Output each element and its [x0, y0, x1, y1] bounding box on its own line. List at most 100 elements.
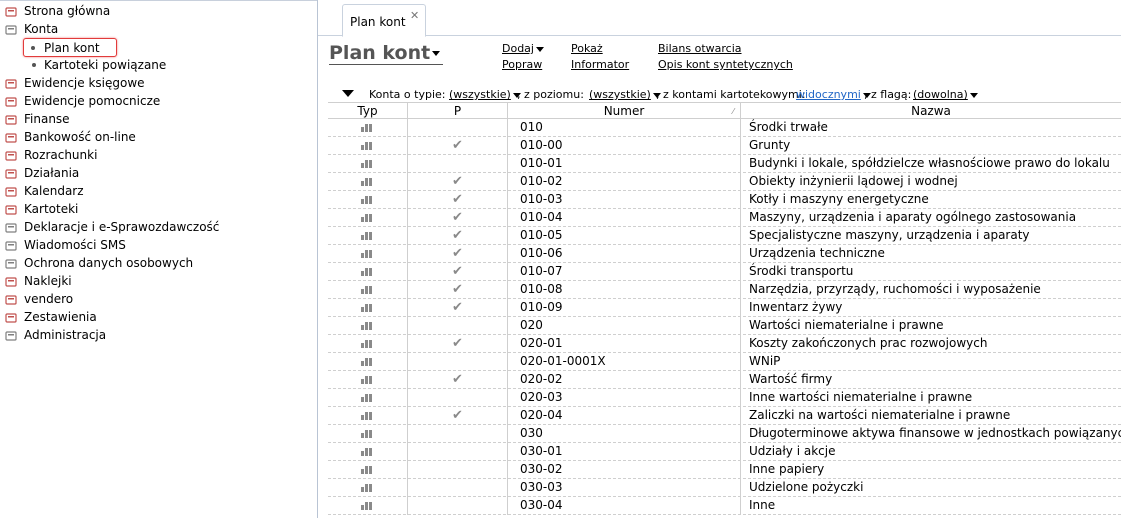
cell-numer: 030-03: [508, 479, 741, 497]
table-row[interactable]: 030 Długoterminowe aktywa finansowe w jed…: [328, 425, 1121, 443]
table-row[interactable]: 030-02 Inne papiery: [328, 461, 1121, 479]
opening-balance-button[interactable]: Bilans otwarcia: [658, 42, 742, 55]
cell-typ: [328, 191, 408, 209]
cell-p: ✔: [408, 209, 508, 227]
vendero-icon: [5, 293, 18, 305]
cell-nazwa: Obiekty inżynierii lądowej i wodnej: [749, 174, 958, 188]
account-type-icon: [361, 214, 373, 222]
sidebar-item-label: Administracja: [24, 328, 107, 342]
informator-button[interactable]: Informator: [571, 58, 629, 71]
cell-numer: 020-01-0001X: [508, 353, 741, 371]
table-row[interactable]: 030-01 Udziały i akcje: [328, 443, 1121, 461]
check-icon: ✔: [452, 174, 463, 189]
table-row[interactable]: ✔ 010-03 Kotły i maszyny energetyczne: [328, 191, 1121, 209]
cell-nazwa: Narzędzia, przyrządy, ruchomości i wypos…: [749, 282, 1041, 296]
sidebar-subitem-plan-kont[interactable]: Plan kont: [23, 38, 117, 57]
account-type-icon: [361, 484, 373, 492]
account-type-icon: [361, 178, 373, 186]
edit-button[interactable]: Popraw: [502, 58, 542, 71]
cell-numer: 030-01: [508, 443, 741, 461]
col-header-typ[interactable]: Typ: [328, 102, 408, 119]
table-row[interactable]: 030-04 Inne: [328, 497, 1121, 515]
table-row[interactable]: 020-03 Inne wartości niematerialne i praw…: [328, 389, 1121, 407]
cell-typ: [328, 227, 408, 245]
close-icon[interactable]: ✕: [410, 9, 419, 22]
sidebar-item-label: Deklaracje i e-Sprawozdawczość: [24, 220, 220, 234]
cards-icon: [5, 203, 18, 215]
table-row[interactable]: ✔ 010-00 Grunty: [328, 137, 1121, 155]
bullet-icon: [32, 63, 36, 67]
cell-p: ✔: [408, 263, 508, 281]
cell-numer: 010-06: [508, 245, 741, 263]
cell-typ: [328, 209, 408, 227]
col-header-numer-label: Numer: [603, 104, 645, 118]
cell-typ: [328, 425, 408, 443]
cell-typ: [328, 389, 408, 407]
sidebar-item-label: Ewidencje księgowe: [24, 76, 145, 90]
table-row[interactable]: ✔ 020-04 Zaliczki na wartości niematerialn…: [328, 407, 1121, 425]
show-button[interactable]: Pokaż: [571, 42, 603, 55]
cell-nazwa: Specjalistyczne maszyny, urządzenia i ap…: [749, 228, 1030, 242]
cell-typ: [328, 479, 408, 497]
sidebar-item-label: Finanse: [24, 112, 70, 126]
cell-numer: 010-01: [508, 155, 741, 173]
table-row[interactable]: 020 Wartości niematerialne i prawne: [328, 317, 1121, 335]
filter-type-select[interactable]: (wszystkie): [449, 88, 521, 101]
cell-nazwa: Środki trwałe: [749, 120, 828, 134]
filter-cards-select[interactable]: widocznymi: [796, 88, 871, 101]
check-icon: ✔: [452, 138, 463, 153]
sidebar-item-label: vendero: [24, 292, 74, 306]
synthetic-accounts-button[interactable]: Opis kont syntetycznych: [658, 58, 793, 71]
table-row[interactable]: ✔ 020-02 Wartość firmy: [328, 371, 1121, 389]
cell-typ: [328, 497, 408, 515]
table-row[interactable]: ✔ 010-04 Maszyny, urządzenia i aparaty ogó…: [328, 209, 1121, 227]
col-header-numer[interactable]: Numer ⁄: [508, 102, 741, 119]
account-type-icon: [361, 142, 373, 150]
tab-plan-kont[interactable]: Plan kont ✕: [342, 4, 426, 37]
filter-flag-select[interactable]: (dowolna): [913, 88, 978, 101]
col-header-p[interactable]: P: [408, 102, 508, 119]
sidebar-subitem-label: Plan kont: [44, 41, 100, 55]
actions-icon: [5, 167, 18, 179]
table-row[interactable]: 020-01-0001X WNiP: [328, 353, 1121, 371]
add-button[interactable]: Dodaj: [502, 42, 544, 55]
cell-nazwa: Kotły i maszyny energetyczne: [749, 192, 929, 206]
account-type-icon: [361, 322, 373, 330]
col-header-nazwa[interactable]: Nazwa: [741, 102, 1121, 119]
cell-nazwa: Inwentarz żywy: [749, 300, 843, 314]
cell-nazwa: Grunty: [749, 138, 791, 152]
account-type-icon: [361, 232, 373, 240]
sidebar-item-label: Działania: [24, 166, 80, 180]
filter-flag-value: (dowolna): [913, 88, 968, 101]
sidebar-top-border: [0, 0, 317, 1]
table-row[interactable]: ✔ 020-01 Koszty zakończonych prac rozwojow…: [328, 335, 1121, 353]
ledger-icon: [5, 95, 18, 107]
check-icon: ✔: [452, 228, 463, 243]
table-row[interactable]: 010 Środki trwałe: [328, 119, 1121, 137]
table-row[interactable]: ✔ 010-08 Narzędzia, przyrządy, ruchomości …: [328, 281, 1121, 299]
cell-p: ✔: [408, 335, 508, 353]
table-row[interactable]: 030-03 Udzielone pożyczki: [328, 479, 1121, 497]
add-button-label: Dodaj: [502, 42, 534, 55]
table-row[interactable]: ✔ 010-06 Urządzenia techniczne: [328, 245, 1121, 263]
cell-numer: 020-03: [508, 389, 741, 407]
shield-icon: [5, 257, 18, 269]
filter-toggle-icon[interactable]: [342, 90, 354, 97]
cell-p: [408, 119, 508, 137]
table-row[interactable]: ✔ 010-02 Obiekty inżynierii lądowej i wodn…: [328, 173, 1121, 191]
page-title[interactable]: Plan kont: [329, 42, 444, 65]
check-icon: ✔: [452, 264, 463, 279]
table-row[interactable]: ✔ 010-07 Środki transportu: [328, 263, 1121, 281]
home-icon: [5, 5, 18, 17]
check-icon: ✔: [452, 192, 463, 207]
filter-level-select[interactable]: (wszystkie): [589, 88, 661, 101]
chevron-down-icon: [969, 92, 978, 98]
bullet-icon: [31, 46, 35, 50]
table-row[interactable]: ✔ 010-09 Inwentarz żywy: [328, 299, 1121, 317]
cell-p: ✔: [408, 281, 508, 299]
table-row[interactable]: 010-01 Budynki i lokale, spółdzielcze wła…: [328, 155, 1121, 173]
cell-nazwa: Wartości niematerialne i prawne: [749, 318, 944, 332]
table-row[interactable]: ✔ 010-05 Specjalistyczne maszyny, urządzen…: [328, 227, 1121, 245]
sidebar: Strona główna Konta Ewidencje księgowe Ewid…: [0, 0, 318, 518]
cell-typ: [328, 299, 408, 317]
